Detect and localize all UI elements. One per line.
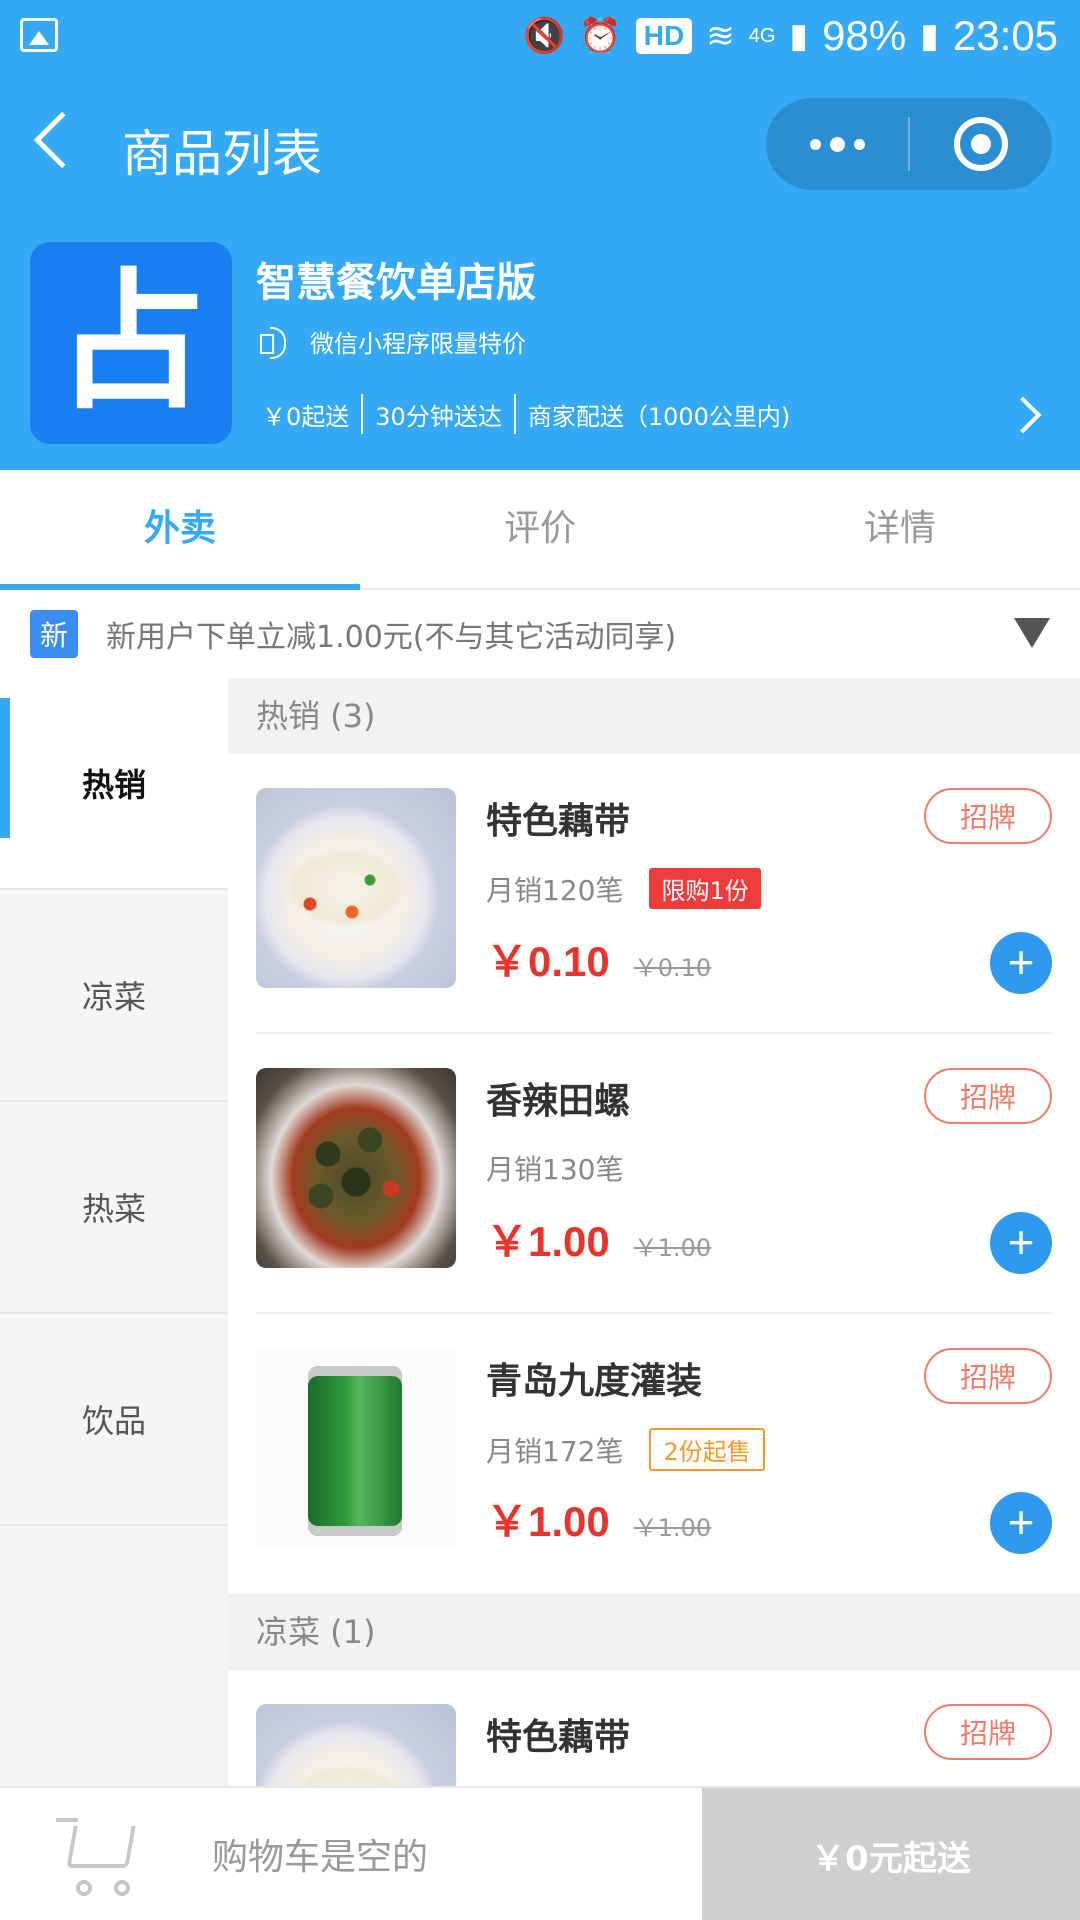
category-hot[interactable]: 热销 bbox=[0, 678, 228, 890]
shop-logo: 占 bbox=[30, 242, 232, 444]
shop-name: 智慧餐饮单店版 bbox=[256, 260, 536, 306]
add-to-cart-button[interactable]: + bbox=[990, 1492, 1052, 1554]
category-cold-dishes[interactable]: 凉菜 bbox=[0, 890, 228, 1102]
original-price: ￥1.00 bbox=[633, 1234, 712, 1262]
dropdown-triangle-icon[interactable] bbox=[1014, 618, 1050, 648]
original-price: ￥0.10 bbox=[633, 954, 712, 982]
cart-icon[interactable] bbox=[56, 1814, 146, 1900]
battery-percent: 98% bbox=[822, 12, 907, 59]
clock: 23:05 bbox=[952, 12, 1058, 59]
miniprogram-capsule bbox=[766, 98, 1052, 190]
price-row: ￥0.10 ￥0.10 bbox=[486, 928, 711, 989]
product-image[interactable] bbox=[256, 1068, 456, 1268]
product-item[interactable]: 特色藕带 招牌 月销120笔 限购1份 ￥0.10 ￥0.10 + bbox=[256, 754, 1052, 1034]
min-purchase-tag: 2份起售 bbox=[649, 1428, 765, 1471]
more-dot-icon bbox=[853, 138, 865, 150]
sales-row: 月销120笔 限购1份 bbox=[486, 868, 761, 909]
product-name: 青岛九度灌装 bbox=[486, 1361, 703, 1402]
sales-row: 月销130笔 bbox=[486, 1148, 623, 1188]
sales-row: 月销172笔 2份起售 bbox=[486, 1428, 765, 1471]
monthly-sales: 月销130笔 bbox=[486, 1153, 624, 1186]
signal-icon: ▮ bbox=[789, 17, 809, 55]
price: ￥0.10 bbox=[486, 938, 610, 985]
more-button[interactable] bbox=[766, 98, 908, 190]
shop-info[interactable]: 占 智慧餐饮单店版 微信小程序限量特价 ￥0起送 30分钟送达 商家配送（100… bbox=[0, 242, 1080, 452]
price: ￥1.00 bbox=[486, 1218, 610, 1265]
product-image[interactable] bbox=[256, 788, 456, 988]
section-header: 热销 (3) bbox=[228, 678, 1080, 754]
add-to-cart-button[interactable]: + bbox=[990, 1212, 1052, 1274]
shop-tags: ￥0起送 30分钟送达 商家配送（1000公里内) bbox=[262, 394, 790, 434]
category-drinks[interactable]: 饮品 bbox=[0, 1314, 228, 1526]
hd-badge: HD bbox=[635, 18, 693, 54]
tab-reviews[interactable]: 评价 bbox=[360, 470, 720, 588]
checkout-button[interactable]: ￥0元起送 bbox=[702, 1788, 1080, 1920]
close-miniprogram-button[interactable] bbox=[910, 98, 1052, 190]
section-header: 凉菜 (1) bbox=[228, 1594, 1080, 1670]
signature-badge: 招牌 bbox=[924, 1068, 1052, 1124]
target-icon bbox=[954, 117, 1008, 171]
min-order-tag: ￥0起送 bbox=[262, 402, 350, 431]
purchase-limit-tag: 限购1份 bbox=[649, 868, 761, 909]
product-image[interactable] bbox=[256, 1348, 456, 1548]
tab-bar: 外卖 评价 详情 bbox=[0, 470, 1080, 590]
product-list[interactable]: 热销 (3) 特色藕带 招牌 月销120笔 限购1份 ￥0.10 ￥0.10 +… bbox=[228, 678, 1080, 1788]
chevron-right-icon[interactable] bbox=[1004, 396, 1042, 434]
original-price: ￥1.00 bbox=[633, 1514, 712, 1542]
tab-details[interactable]: 详情 bbox=[720, 470, 1080, 588]
notice-text: 微信小程序限量特价 bbox=[310, 330, 526, 358]
more-dot-icon bbox=[809, 138, 821, 150]
battery-icon: ▮ bbox=[920, 17, 939, 55]
monthly-sales: 月销172笔 bbox=[486, 1434, 624, 1468]
page-title: 商品列表 bbox=[122, 125, 322, 183]
wifi-icon: ≋ bbox=[706, 17, 735, 55]
delivery-time-tag: 30分钟送达 bbox=[375, 402, 502, 431]
header: 🔇 ⏰ HD ≋ 4G ▮ 98% ▮ 23:05 商品列表 占 智慧餐饮单店版… bbox=[0, 0, 1080, 470]
cart-bar: 购物车是空的 ￥0元起送 bbox=[0, 1786, 1080, 1920]
signature-badge: 招牌 bbox=[924, 1704, 1052, 1760]
more-dot-icon bbox=[829, 136, 845, 152]
product-item[interactable]: 香辣田螺 招牌 月销130笔 ￥1.00 ￥1.00 + bbox=[256, 1034, 1052, 1314]
status-bar-right: 🔇 ⏰ HD ≋ 4G ▮ 98% ▮ 23:05 bbox=[523, 12, 1058, 60]
network-type: 4G bbox=[748, 24, 776, 47]
tag-divider bbox=[361, 394, 364, 434]
product-image[interactable] bbox=[256, 1704, 456, 1788]
add-to-cart-button[interactable]: + bbox=[990, 932, 1052, 994]
price-row: ￥1.00 ￥1.00 bbox=[486, 1488, 711, 1549]
tab-takeout[interactable]: 外卖 bbox=[0, 470, 360, 590]
promo-bar[interactable]: 新 新用户下单立减1.00元(不与其它活动同享) bbox=[0, 590, 1080, 678]
status-bar: 🔇 ⏰ HD ≋ 4G ▮ 98% ▮ 23:05 bbox=[0, 0, 1080, 72]
nav-bar: 商品列表 bbox=[0, 88, 1080, 200]
product-item[interactable]: 青岛九度灌装 招牌 月销172笔 2份起售 ￥1.00 ￥1.00 + bbox=[256, 1314, 1052, 1594]
signature-badge: 招牌 bbox=[924, 1348, 1052, 1404]
category-sidebar: 热销 凉菜 热菜 饮品 bbox=[0, 678, 228, 1788]
promo-text: 新用户下单立减1.00元(不与其它活动同享) bbox=[106, 620, 677, 655]
price-row: ￥1.00 ￥1.00 bbox=[486, 1208, 711, 1269]
cart-empty-text: 购物车是空的 bbox=[212, 1837, 429, 1878]
back-icon[interactable] bbox=[33, 111, 91, 169]
tag-divider bbox=[513, 394, 516, 434]
monthly-sales: 月销120笔 bbox=[486, 873, 624, 907]
product-name: 特色藕带 bbox=[486, 1717, 631, 1758]
price: ￥1.00 bbox=[486, 1498, 610, 1545]
shop-notice: 微信小程序限量特价 bbox=[258, 324, 526, 359]
image-notification-icon bbox=[20, 18, 58, 52]
product-item[interactable]: 特色藕带 招牌 bbox=[256, 1670, 1052, 1788]
mute-icon: 🔇 bbox=[523, 17, 566, 55]
alarm-icon: ⏰ bbox=[579, 17, 622, 55]
signature-badge: 招牌 bbox=[924, 788, 1052, 844]
speaker-icon bbox=[258, 325, 296, 359]
product-name: 特色藕带 bbox=[486, 801, 631, 842]
product-name: 香辣田螺 bbox=[486, 1081, 631, 1122]
category-hot-dishes[interactable]: 热菜 bbox=[0, 1102, 228, 1314]
new-user-badge: 新 bbox=[30, 610, 78, 658]
delivery-method-tag: 商家配送（1000公里内) bbox=[527, 402, 791, 431]
